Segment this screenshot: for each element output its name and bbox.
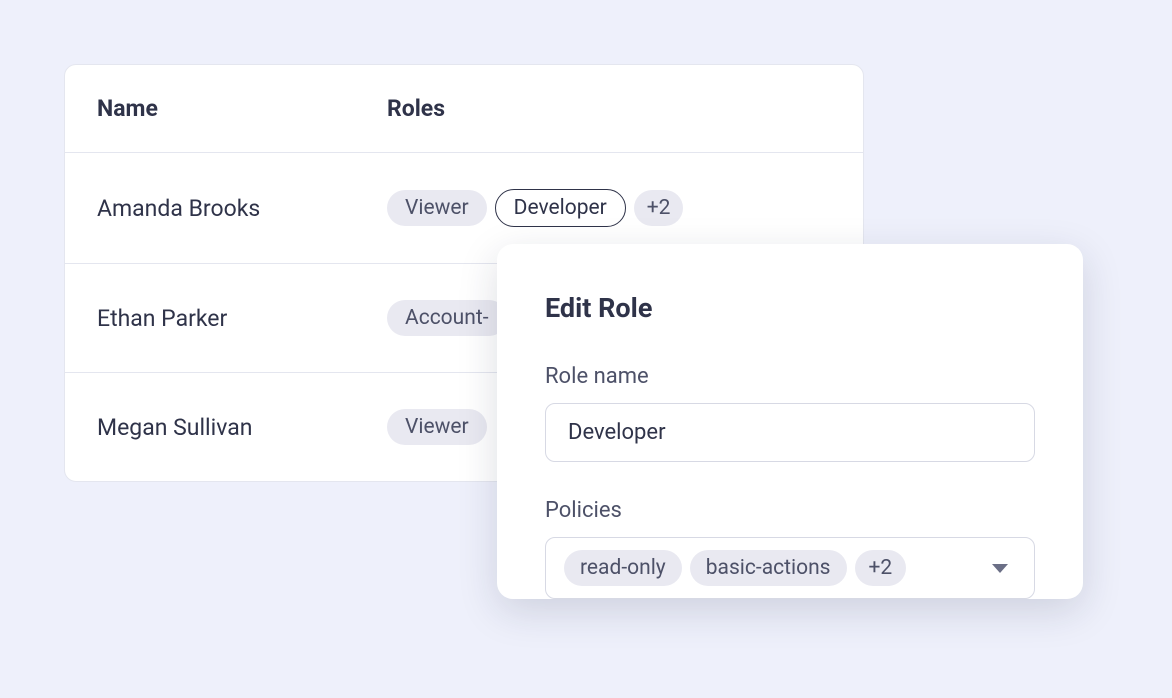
role-chip-account[interactable]: Account- [387, 300, 507, 336]
user-name: Megan Sullivan [97, 414, 387, 441]
policies-chips: read-only basic-actions +2 [564, 550, 906, 586]
user-roles: Viewer Developer +2 [387, 189, 683, 227]
table-header: Name Roles [65, 65, 863, 153]
policy-chip-read-only[interactable]: read-only [564, 550, 682, 586]
column-header-name: Name [97, 95, 387, 122]
user-roles: Viewer [387, 409, 487, 445]
policies-label: Policies [545, 498, 1035, 523]
user-name: Ethan Parker [97, 305, 387, 332]
role-name-input[interactable] [545, 403, 1035, 462]
role-chip-more-count[interactable]: +2 [634, 190, 684, 226]
role-name-label: Role name [545, 364, 1035, 389]
edit-role-modal: Edit Role Role name Policies read-only b… [497, 244, 1083, 599]
user-name: Amanda Brooks [97, 195, 387, 222]
role-chip-viewer[interactable]: Viewer [387, 190, 487, 226]
role-chip-developer[interactable]: Developer [495, 189, 626, 227]
policies-select[interactable]: read-only basic-actions +2 [545, 537, 1035, 599]
policy-chip-more-count[interactable]: +2 [855, 550, 907, 586]
chevron-down-icon [992, 564, 1008, 573]
user-roles: Account- [387, 300, 507, 336]
policy-chip-basic-actions[interactable]: basic-actions [690, 550, 847, 586]
column-header-roles: Roles [387, 95, 445, 122]
role-chip-viewer[interactable]: Viewer [387, 409, 487, 445]
modal-title: Edit Role [545, 292, 1035, 324]
